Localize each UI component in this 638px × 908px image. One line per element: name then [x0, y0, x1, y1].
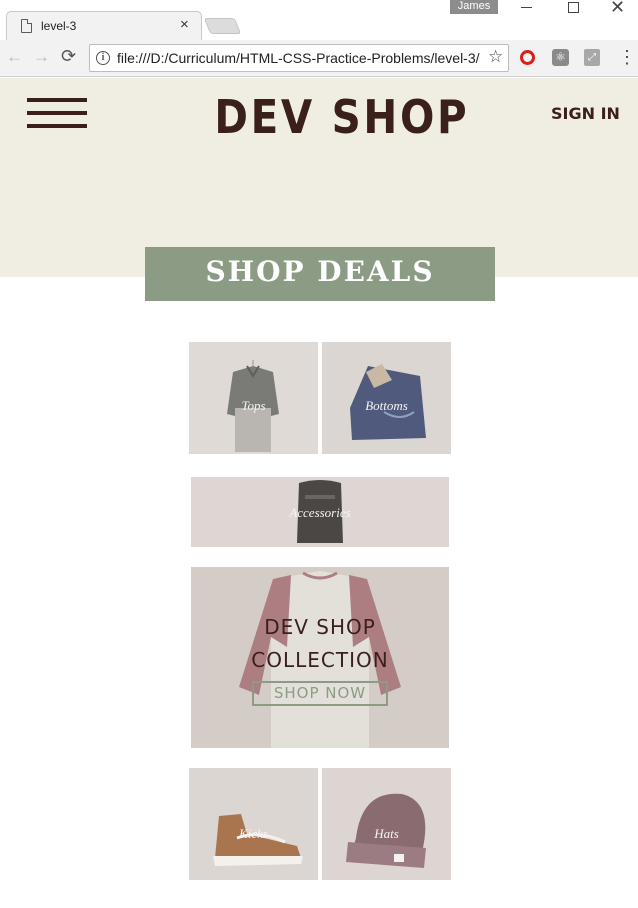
- browser-toolbar: ← → ⟳ i file:///D:/Curriculum/HTML-CSS-P…: [0, 40, 638, 77]
- collection-title: DEV SHOP COLLECTION: [251, 615, 389, 672]
- beanie-image: [346, 793, 426, 868]
- window-close-icon[interactable]: ✕: [610, 0, 625, 17]
- react-devtools-icon[interactable]: ⚛: [552, 49, 569, 66]
- hamburger-line: [27, 111, 87, 115]
- collection-promo[interactable]: DEV SHOP COLLECTION SHOP NOW: [191, 567, 449, 748]
- pdf-icon[interactable]: ⤢: [584, 49, 600, 66]
- accessories-label: Accessories: [289, 505, 351, 520]
- sneaker-image: [213, 814, 303, 866]
- sign-in-link[interactable]: SIGN IN: [551, 104, 620, 123]
- category-kicks-tile[interactable]: Kicks: [189, 768, 318, 880]
- shop-deals-button[interactable]: SHOP DEALS: [145, 247, 495, 301]
- category-hats-tile[interactable]: Hats: [322, 768, 451, 880]
- hamburger-line: [27, 98, 87, 102]
- browser-tab[interactable]: level-3 ×: [6, 11, 202, 40]
- hamburger-menu-icon[interactable]: [27, 98, 87, 128]
- browser-titlebar: level-3 × James ✕: [0, 0, 638, 40]
- hats-label: Hats: [374, 826, 399, 841]
- page-content: DEV SHOP SIGN IN SHOP DEALS Tops Bottoms…: [0, 78, 638, 908]
- tab-close-icon[interactable]: ×: [180, 16, 189, 34]
- bottoms-label: Bottoms: [365, 398, 408, 413]
- tops-label: Tops: [241, 398, 266, 413]
- shop-deals-label: SHOP DEALS: [205, 255, 435, 288]
- minimize-icon[interactable]: [521, 7, 532, 8]
- tab-title: level-3: [41, 19, 77, 33]
- reload-icon[interactable]: ⟳: [61, 46, 76, 66]
- shop-now-button[interactable]: SHOP NOW: [252, 681, 388, 706]
- new-tab-button[interactable]: [203, 18, 242, 34]
- address-bar[interactable]: i file:///D:/Curriculum/HTML-CSS-Practic…: [89, 44, 509, 72]
- page-icon: [21, 19, 32, 33]
- browser-menu-icon[interactable]: ⋮: [618, 47, 636, 67]
- info-icon[interactable]: i: [96, 51, 110, 65]
- profile-badge[interactable]: James: [450, 0, 498, 14]
- back-icon[interactable]: ←: [6, 48, 23, 66]
- maximize-icon[interactable]: [568, 2, 579, 13]
- kicks-label: Kicks: [239, 826, 268, 841]
- opera-icon[interactable]: [520, 50, 535, 65]
- site-logo[interactable]: DEV SHOP: [214, 90, 466, 144]
- hamburger-line: [27, 124, 87, 128]
- bookmark-star-icon[interactable]: ☆: [488, 47, 503, 67]
- forward-icon[interactable]: →: [33, 48, 50, 66]
- url-text[interactable]: file:///D:/Curriculum/HTML-CSS-Practice-…: [117, 50, 480, 66]
- category-tops-tile[interactable]: Tops: [189, 342, 318, 454]
- category-bottoms-tile[interactable]: Bottoms: [322, 342, 451, 454]
- category-accessories-tile[interactable]: Accessories: [191, 477, 449, 547]
